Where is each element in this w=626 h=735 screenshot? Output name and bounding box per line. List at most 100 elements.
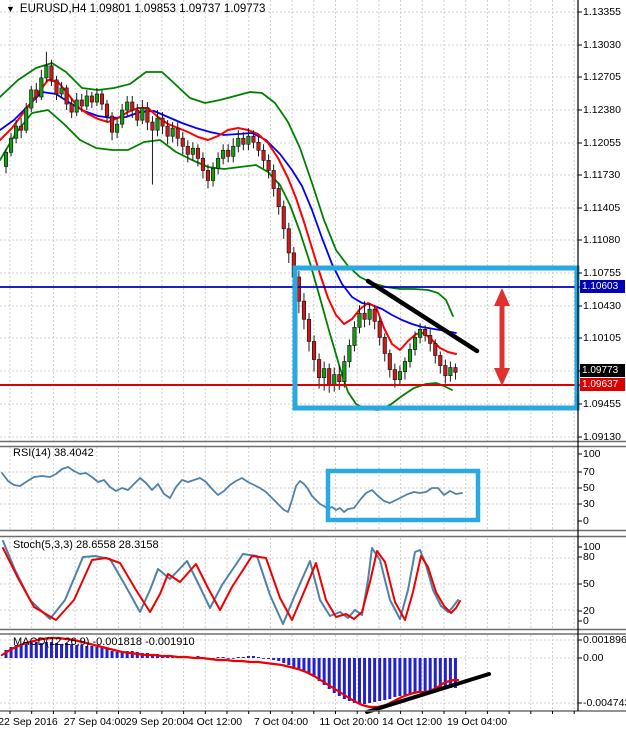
macd-histogram-bar (115, 652, 119, 658)
macd-histogram-bar (282, 658, 286, 663)
candle-body (301, 300, 307, 320)
macd-histogram-bar (413, 658, 417, 693)
macd-histogram-bar (100, 648, 104, 658)
price-tick-label: 1.13030 (583, 39, 621, 51)
macd-histogram-bar (272, 658, 276, 660)
macd-histogram-bar (368, 658, 372, 703)
macd-tick-label: -0.004743 (583, 697, 626, 709)
date-label: 7 Oct 04:00 (253, 716, 309, 728)
macd-histogram-bar (105, 649, 109, 658)
candle-body (185, 145, 190, 155)
macd-histogram-bar (423, 658, 427, 691)
candle-body (317, 359, 322, 378)
stoch-tick-label: 50 (583, 578, 595, 590)
candle-body (276, 188, 281, 207)
candle-body (428, 335, 433, 344)
macd-histogram-bar (277, 658, 281, 661)
candle-body (327, 368, 332, 386)
candle-body (407, 349, 413, 362)
candle-body (140, 107, 145, 121)
candle-body (438, 355, 443, 366)
candle-body (54, 79, 59, 95)
macd-histogram-bar (373, 658, 377, 702)
macd-histogram-bar (403, 658, 407, 695)
chart-canvas[interactable] (0, 0, 626, 735)
macd-histogram-bar (398, 658, 402, 696)
macd-histogram-bar (257, 657, 260, 658)
price-tick-label: 1.09130 (583, 431, 621, 443)
candle-body (372, 308, 377, 322)
candle-body (332, 374, 337, 386)
candle-body (382, 337, 387, 354)
macd-histogram-bar (307, 658, 311, 674)
candle-body (392, 369, 397, 380)
candle-body (130, 101, 135, 111)
candle-body (3, 151, 9, 167)
macd-histogram-bar (378, 658, 382, 701)
candle-body (120, 109, 125, 125)
price-tick-label: 1.11080 (583, 234, 621, 246)
candle-body (109, 115, 115, 133)
candle-body (89, 95, 94, 103)
candle-body (79, 99, 84, 107)
rsi-line (1, 466, 463, 513)
candle-body (281, 206, 286, 230)
candle-body (418, 328, 423, 338)
candle-body (64, 87, 69, 105)
price-tick-label: 1.10105 (583, 332, 621, 344)
macd-indicator-label: MACD(12,26,9) -0.001818 -0.001910 (13, 636, 195, 648)
candle-body (104, 103, 110, 117)
candle-body (306, 318, 312, 342)
macd-tick-label: 0.00 (583, 652, 604, 664)
candle-body (246, 135, 251, 145)
candle-body (74, 99, 79, 113)
macd-histogram-bar (95, 647, 99, 658)
rsi-tick-label: 0 (583, 515, 589, 527)
rsi-tick-label: 100 (583, 448, 601, 460)
macd-histogram-bar (251, 656, 255, 658)
price-tick-label: 1.12055 (583, 137, 621, 149)
candle-body (155, 117, 160, 131)
candle-body (312, 341, 317, 360)
macd-histogram-bar (312, 658, 316, 677)
arrow-head-up (494, 288, 510, 306)
candle-body (236, 137, 241, 147)
candle-body (256, 141, 261, 151)
symbol-dropdown-icon[interactable]: ▼ (6, 4, 15, 14)
macd-histogram-bar (358, 658, 361, 704)
date-label: 19 Oct 04:00 (446, 716, 508, 728)
candle-body (180, 137, 185, 147)
candle-body (448, 367, 453, 376)
candle-body (160, 117, 165, 127)
candle-body (397, 371, 402, 380)
macd-histogram-bar (287, 658, 291, 665)
macd-histogram-bar (292, 658, 296, 667)
candle-body (377, 320, 382, 338)
candle-body (200, 157, 206, 171)
macd-histogram-bar (262, 658, 266, 659)
macd-histogram-bar (342, 658, 346, 699)
candle-body (145, 107, 150, 123)
macd-tick-label: 0.001896 (583, 634, 626, 646)
candle-body (367, 308, 372, 320)
candle-body (296, 276, 301, 302)
candle-body (9, 137, 14, 153)
macd-histogram-bar (236, 657, 240, 658)
candle-body (115, 123, 120, 133)
candle-body (271, 170, 276, 189)
date-label: 14 Oct 12:00 (381, 716, 443, 728)
price-tick-label: 1.11405 (583, 202, 621, 214)
candle-body (402, 361, 408, 372)
macd-histogram-bar (347, 658, 351, 701)
candle-body (443, 365, 448, 376)
symbol-ohlc-title: EURUSD,H4 1.09801 1.09853 1.09737 1.0977… (19, 3, 266, 15)
macd-histogram-bar (418, 658, 422, 692)
price-tick-label: 1.12705 (583, 71, 621, 83)
candle-body (261, 149, 266, 161)
price-tick-label: 1.10755 (583, 267, 621, 279)
macd-histogram-bar (216, 657, 220, 658)
date-label: 27 Sep 04:00 (63, 716, 127, 728)
macd-histogram-bar (363, 658, 367, 704)
candle-body (322, 368, 327, 378)
candle-body (29, 89, 34, 109)
